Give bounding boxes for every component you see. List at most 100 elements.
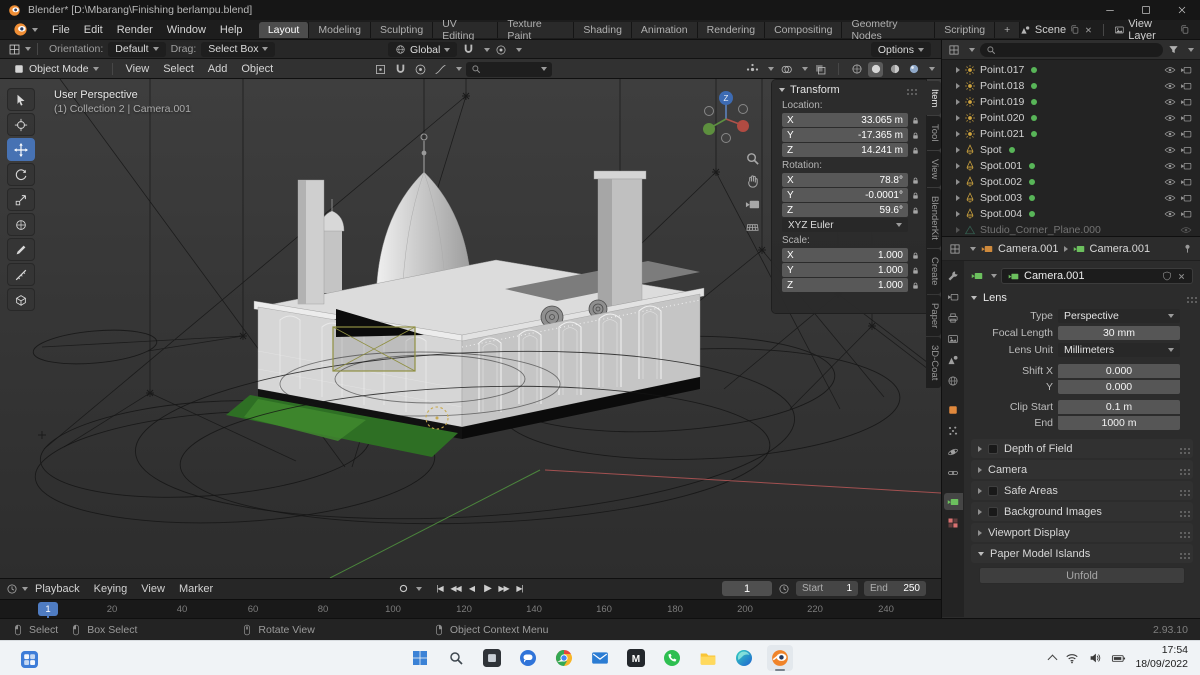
datablock-name-field[interactable]: Camera.001 bbox=[1001, 268, 1193, 284]
new-view-layer-icon[interactable] bbox=[1180, 24, 1190, 35]
expand-icon[interactable] bbox=[956, 211, 960, 217]
options-dropdown[interactable]: Options bbox=[870, 42, 931, 57]
properties-tab-texture[interactable] bbox=[944, 514, 963, 531]
clip-end-field[interactable]: 1000 m bbox=[1058, 415, 1180, 430]
rotate-tool[interactable] bbox=[7, 163, 35, 186]
disable-render-icon[interactable] bbox=[1180, 160, 1192, 172]
menu-playback[interactable]: Playback bbox=[28, 583, 87, 595]
battery-icon[interactable] bbox=[1111, 651, 1126, 666]
shift-x-field[interactable]: 0.000 bbox=[1058, 364, 1180, 378]
drag-grip-icon[interactable] bbox=[1180, 531, 1182, 534]
viewport-search-input[interactable] bbox=[466, 61, 552, 77]
mode-dropdown[interactable]: Object Mode bbox=[6, 61, 106, 76]
tab-sculpting[interactable]: Sculpting bbox=[370, 21, 434, 38]
drag-dropdown[interactable]: Select Box bbox=[201, 41, 276, 57]
lock-icon[interactable] bbox=[911, 146, 920, 155]
shading-solid-icon[interactable] bbox=[868, 61, 883, 77]
expand-icon[interactable] bbox=[956, 115, 960, 121]
hide-eye-icon[interactable] bbox=[1164, 160, 1176, 172]
tab-geometry-nodes[interactable]: Geometry Nodes bbox=[842, 18, 936, 42]
hide-eye-icon[interactable] bbox=[1164, 144, 1176, 156]
expand-icon[interactable] bbox=[956, 131, 960, 137]
mail-icon[interactable] bbox=[587, 645, 613, 671]
tab-tool[interactable]: Tool bbox=[926, 116, 941, 150]
lens-type-dropdown[interactable]: Perspective bbox=[1058, 308, 1180, 323]
menu-help[interactable]: Help bbox=[213, 20, 250, 39]
tab-modeling[interactable]: Modeling bbox=[309, 21, 371, 38]
outliner-item-point-020[interactable]: Point.020 bbox=[942, 110, 1200, 126]
drag-grip-icon[interactable] bbox=[1180, 468, 1182, 471]
monosnap-icon[interactable]: M bbox=[623, 645, 649, 671]
location-y-field[interactable]: Y -17.365 m bbox=[782, 128, 908, 142]
disable-render-icon[interactable] bbox=[1180, 64, 1192, 76]
timeline-ruler[interactable]: 1 20 40 60 80 100 120 140 160 180 200 22… bbox=[0, 599, 941, 621]
chevron-down-icon[interactable] bbox=[929, 67, 935, 71]
menu-render[interactable]: Render bbox=[110, 20, 160, 39]
menu-file[interactable]: File bbox=[45, 20, 77, 39]
tab-view[interactable]: View bbox=[926, 150, 941, 188]
current-frame-field[interactable]: 1 bbox=[722, 581, 772, 596]
next-keyframe-button[interactable]: ▶▶ bbox=[496, 581, 511, 596]
menu-view[interactable]: View bbox=[134, 583, 172, 595]
breadcrumb-data[interactable]: Camera.001 bbox=[1090, 243, 1151, 255]
camera-view-icon[interactable] bbox=[745, 197, 760, 212]
viewport-3d[interactable]: User Perspective (1) Collection 2 | Came… bbox=[0, 79, 941, 578]
falloff-icon[interactable] bbox=[432, 61, 448, 77]
clock-icon[interactable] bbox=[6, 583, 18, 595]
expand-icon[interactable] bbox=[956, 99, 960, 105]
unlink-scene-icon[interactable] bbox=[1084, 25, 1093, 35]
properties-tab-view-layer[interactable] bbox=[944, 330, 963, 347]
section-paper-model-islands[interactable]: Paper Model Islands bbox=[971, 544, 1193, 563]
select-box-tool[interactable] bbox=[7, 88, 35, 111]
scale-z-field[interactable]: Z 1.000 bbox=[782, 278, 908, 292]
tab-texture-paint[interactable]: Texture Paint bbox=[498, 18, 575, 42]
chevron-down-icon[interactable] bbox=[991, 274, 997, 278]
outliner-search-input[interactable] bbox=[980, 42, 1163, 57]
expand-icon[interactable] bbox=[956, 227, 960, 233]
lock-icon[interactable] bbox=[911, 131, 920, 140]
menu-select[interactable]: Select bbox=[156, 59, 201, 78]
disable-render-icon[interactable] bbox=[1180, 128, 1192, 140]
zoom-icon[interactable] bbox=[745, 151, 760, 166]
properties-tab-tool[interactable] bbox=[944, 267, 963, 284]
properties-tab-object[interactable] bbox=[944, 401, 963, 418]
expand-icon[interactable] bbox=[956, 67, 960, 73]
menu-view[interactable]: View bbox=[119, 59, 157, 78]
transform-orientation-dropdown[interactable]: Global bbox=[388, 42, 458, 57]
hide-eye-icon[interactable] bbox=[1164, 128, 1176, 140]
hide-eye-icon[interactable] bbox=[1164, 208, 1176, 220]
outliner-item-spot-001[interactable]: Spot.001 bbox=[942, 158, 1200, 174]
add-cube-tool[interactable] bbox=[7, 288, 35, 311]
hide-eye-icon[interactable] bbox=[1180, 224, 1192, 236]
fake-user-shield-icon[interactable] bbox=[1162, 271, 1172, 281]
tab-3dcoat[interactable]: 3D-Coat bbox=[926, 337, 941, 389]
view-layer-selector[interactable]: View Layer bbox=[1128, 18, 1176, 42]
outliner-item-studio-corner-plane[interactable]: Studio_Corner_Plane.000 bbox=[942, 222, 1200, 238]
menu-add[interactable]: Add bbox=[201, 59, 235, 78]
breadcrumb-object[interactable]: Camera.001 bbox=[998, 243, 1059, 255]
disable-render-icon[interactable] bbox=[1180, 112, 1192, 124]
menu-keying[interactable]: Keying bbox=[87, 583, 135, 595]
cursor-tool[interactable] bbox=[7, 113, 35, 136]
outliner-item-point-017[interactable]: Point.017 bbox=[942, 62, 1200, 78]
section-camera[interactable]: Camera bbox=[971, 460, 1193, 479]
outliner-item-spot-002[interactable]: Spot.002 bbox=[942, 174, 1200, 190]
camera-data-icon[interactable] bbox=[971, 270, 983, 282]
shading-rendered-icon[interactable] bbox=[906, 62, 921, 77]
wifi-icon[interactable] bbox=[1065, 651, 1079, 665]
new-scene-icon[interactable] bbox=[1070, 24, 1080, 35]
drag-grip-icon[interactable] bbox=[1187, 297, 1189, 299]
drag-grip-icon[interactable] bbox=[907, 89, 909, 91]
chevron-up-icon[interactable] bbox=[1047, 654, 1058, 665]
outliner-item-point-018[interactable]: Point.018 bbox=[942, 78, 1200, 94]
tab-blenderkit[interactable]: BlenderKit bbox=[926, 188, 941, 249]
scale-tool[interactable] bbox=[7, 188, 35, 211]
jump-to-start-button[interactable]: |◀ bbox=[432, 581, 447, 596]
orientation-dropdown[interactable]: Default bbox=[108, 41, 166, 57]
unfold-button[interactable]: Unfold bbox=[979, 567, 1185, 584]
tab-item[interactable]: Item bbox=[926, 81, 941, 116]
section-background-images[interactable]: Background Images bbox=[971, 502, 1193, 521]
tab-compositing[interactable]: Compositing bbox=[765, 21, 843, 38]
prev-keyframe-button[interactable]: ◀◀ bbox=[448, 581, 463, 596]
tab-uv-editing[interactable]: UV Editing bbox=[433, 18, 499, 42]
